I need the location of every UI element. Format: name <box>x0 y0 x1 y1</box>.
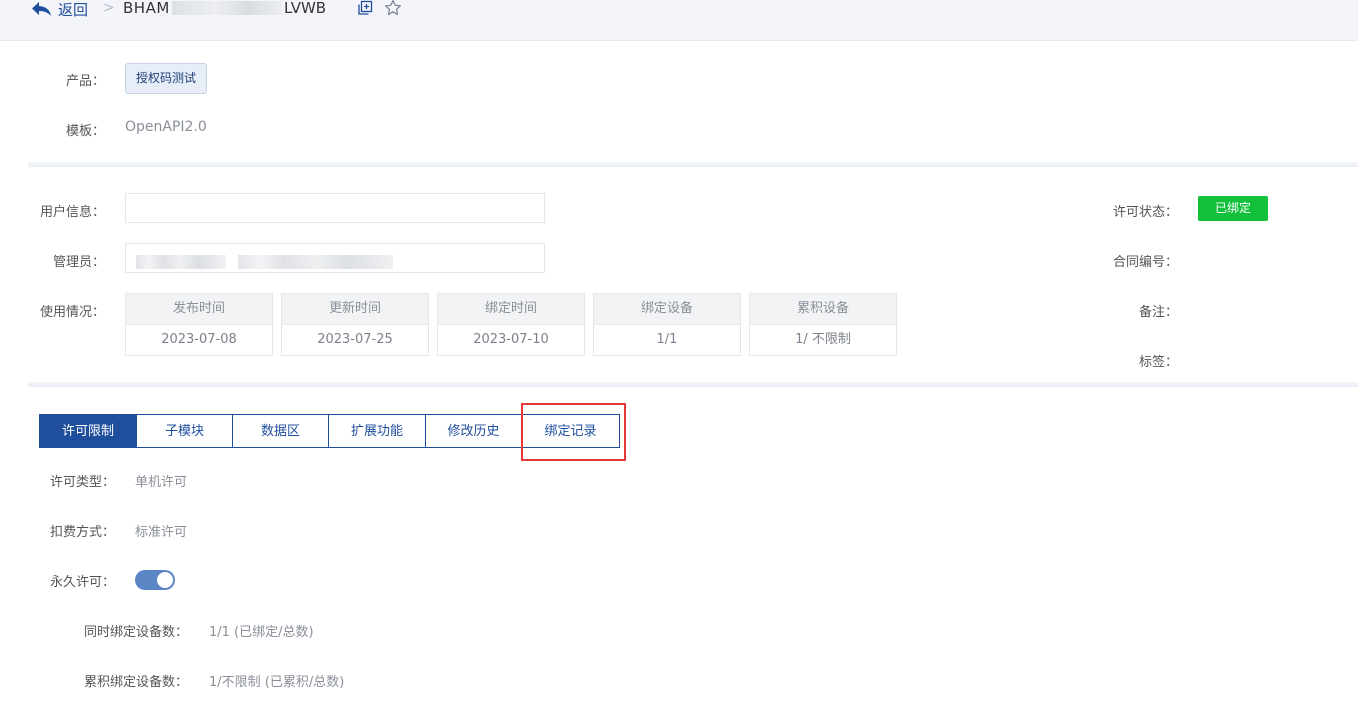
usage-bound-devices: 绑定设备 1/1 <box>593 293 741 356</box>
tab-license-limits[interactable]: 许可限制 <box>39 414 137 448</box>
back-arrow-icon[interactable] <box>30 0 52 18</box>
highlight-box <box>521 403 626 461</box>
concurrent-devices-label: 同时绑定设备数： <box>83 625 188 640</box>
remark-label: 备注： <box>1138 305 1178 320</box>
billing-method-label: 扣费方式： <box>49 525 115 540</box>
usage-bind-time: 绑定时间 2023-07-10 <box>437 293 585 356</box>
license-title-suffix: LVWB <box>284 0 327 17</box>
status-badge: 已绑定 <box>1198 196 1268 221</box>
license-type-value: 单机许可 <box>135 475 188 490</box>
usage-cumulative-devices: 累积设备 1/ 不限制 <box>749 293 897 356</box>
cumulative-devices-label: 累积绑定设备数： <box>83 675 188 690</box>
usage-publish-time: 发布时间 2023-07-08 <box>125 293 273 356</box>
top-header-bar: 返回 > BHAM LVWB <box>0 0 1358 41</box>
template-label: 模板： <box>65 124 105 139</box>
usage-header: 更新时间 <box>282 294 428 324</box>
usage-label: 使用情况： <box>39 305 105 320</box>
admin-label: 管理员： <box>52 255 105 270</box>
redacted-admin <box>238 255 393 269</box>
redacted-title <box>172 1 282 15</box>
usage-header: 发布时间 <box>126 294 272 324</box>
cumulative-devices-value: 1/不限制 (已累积/总数) <box>209 675 345 690</box>
tag-label: 标签： <box>1138 355 1178 370</box>
license-type-label: 许可类型： <box>49 475 115 490</box>
license-status-label: 许可状态： <box>1112 205 1178 220</box>
tab-change-history[interactable]: 修改历史 <box>426 414 522 448</box>
contract-number-label: 合同编号： <box>1112 255 1178 270</box>
redacted-admin <box>136 255 226 269</box>
copy-icon[interactable] <box>357 0 373 16</box>
usage-value: 2023-07-10 <box>438 324 584 355</box>
breadcrumb-separator: > <box>103 0 115 16</box>
user-info-label: 用户信息： <box>39 205 105 220</box>
template-value: OpenAPI2.0 <box>125 119 207 135</box>
usage-value: 2023-07-25 <box>282 324 428 355</box>
usage-value: 1/ 不限制 <box>750 324 896 355</box>
usage-update-time: 更新时间 2023-07-25 <box>281 293 429 356</box>
usage-value: 2023-07-08 <box>126 324 272 355</box>
admin-field[interactable] <box>125 243 545 273</box>
concurrent-devices-value: 1/1 (已绑定/总数) <box>209 625 314 640</box>
tab-submodules[interactable]: 子模块 <box>137 414 233 448</box>
usage-header: 累积设备 <box>750 294 896 324</box>
tab-extensions[interactable]: 扩展功能 <box>329 414 426 448</box>
usage-header: 绑定时间 <box>438 294 584 324</box>
usage-header: 绑定设备 <box>594 294 740 324</box>
favorite-star-icon[interactable] <box>384 0 402 17</box>
section-divider <box>28 162 1358 167</box>
billing-method-value: 标准许可 <box>135 525 188 540</box>
usage-value: 1/1 <box>594 324 740 355</box>
section-divider <box>28 382 1358 387</box>
license-title-prefix: BHAM <box>123 0 170 17</box>
user-info-field[interactable] <box>125 193 545 223</box>
toggle-knob <box>157 572 173 588</box>
tab-data-area[interactable]: 数据区 <box>233 414 329 448</box>
permanent-license-toggle[interactable] <box>135 570 175 590</box>
permanent-license-label: 永久许可： <box>49 575 115 590</box>
back-link[interactable]: 返回 <box>58 0 88 20</box>
product-tag[interactable]: 授权码测试 <box>125 63 207 94</box>
product-label: 产品： <box>65 74 105 89</box>
